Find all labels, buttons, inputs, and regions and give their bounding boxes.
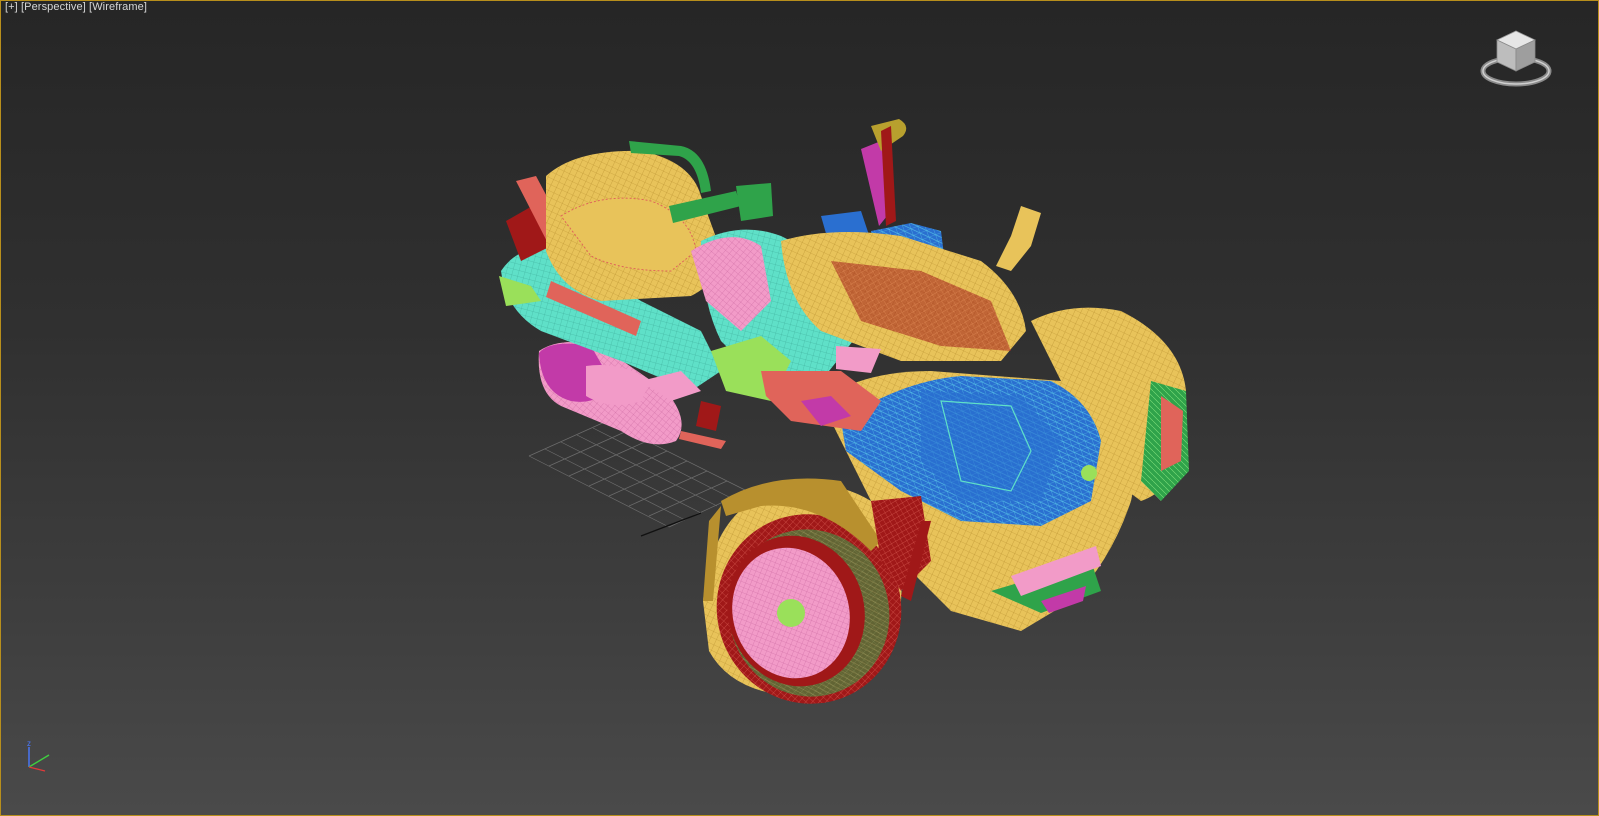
perspective-viewport[interactable]: [+] [Perspective] [Wireframe] z xyxy=(0,0,1599,816)
wireframe-trike-model xyxy=(499,119,1189,704)
axis-tripod-icon: z xyxy=(27,739,50,772)
axis-z-label: z xyxy=(27,739,31,748)
viewcube-icon[interactable] xyxy=(1477,27,1555,91)
